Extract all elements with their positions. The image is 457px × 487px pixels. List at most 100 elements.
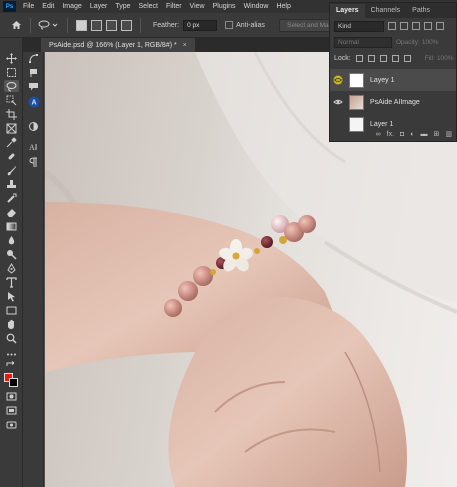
frame-tool-icon[interactable] <box>4 122 19 134</box>
menu-layer[interactable]: Layer <box>86 3 112 10</box>
history-brush-tool-icon[interactable] <box>4 192 19 204</box>
shape-filter-icon[interactable] <box>424 22 432 30</box>
fill-value[interactable]: 100% <box>437 55 454 62</box>
svg-text:A: A <box>29 143 35 152</box>
new-selection-icon[interactable] <box>76 19 87 31</box>
gradient-tool-icon[interactable] <box>4 220 19 232</box>
blend-row: Normal Opacity: 100% <box>330 34 456 50</box>
feather-label: Feather: <box>153 21 180 29</box>
hand-tool-icon[interactable] <box>4 318 19 330</box>
intersect-selection-icon[interactable] <box>121 19 132 31</box>
layer-thumbnail <box>349 94 364 110</box>
lock-row: Lock: Fill: 100% <box>330 50 456 66</box>
document-tab[interactable]: PsAide.psd @ 166% (Layer 1, RGB/8#) * × <box>41 38 195 52</box>
rectangle-tool-icon[interactable] <box>4 304 19 316</box>
filter-row: Kind <box>330 18 456 34</box>
paragraph-panel-icon[interactable] <box>27 66 40 78</box>
menu-type[interactable]: Type <box>111 3 134 10</box>
add-to-selection-icon[interactable] <box>91 19 102 31</box>
lock-all-icon[interactable] <box>403 54 411 62</box>
subtract-from-selection-icon[interactable] <box>106 19 117 31</box>
separator <box>140 17 141 33</box>
marquee-tool-icon[interactable] <box>4 66 19 78</box>
antialias-checkbox[interactable] <box>225 21 234 29</box>
tab-paths[interactable]: Paths <box>406 4 436 18</box>
character-panel-icon[interactable]: A <box>27 140 40 152</box>
feather-input[interactable]: 0 px <box>183 19 218 31</box>
ai-assistant-icon[interactable]: A <box>27 96 40 108</box>
new-layer-icon[interactable]: ⊞ <box>434 130 440 138</box>
svg-text:A: A <box>31 100 36 107</box>
pen-tool-icon[interactable] <box>4 262 19 274</box>
menu-edit[interactable]: Edit <box>38 3 58 10</box>
menu-image[interactable]: Image <box>58 3 85 10</box>
tab-layers[interactable]: Layers <box>330 4 365 18</box>
pixel-filter-icon[interactable] <box>388 22 396 30</box>
blend-mode-select[interactable]: Normal <box>334 36 392 48</box>
lasso-tool-icon[interactable] <box>4 80 19 92</box>
antialias-label: Anti-alias <box>236 21 265 29</box>
adjustment-filter-icon[interactable] <box>400 22 408 30</box>
menu-window[interactable]: Window <box>240 3 273 10</box>
screen-mode-icon[interactable] <box>4 404 19 416</box>
add-mask-icon[interactable]: ◘ <box>400 131 404 138</box>
healing-brush-tool-icon[interactable] <box>4 150 19 162</box>
new-group-icon[interactable]: ▬ <box>421 131 428 138</box>
lock-image-icon[interactable] <box>367 54 375 62</box>
photoshop-logo: Ps <box>3 1 16 12</box>
home-icon[interactable] <box>8 17 24 33</box>
panel-strip: A A <box>23 52 44 487</box>
visibility-eye-icon[interactable] <box>333 97 343 107</box>
separator <box>67 17 68 33</box>
trash-icon[interactable]: ▥ <box>445 130 452 138</box>
tab-channels[interactable]: Channels <box>365 4 407 18</box>
layer-row[interactable]: Layey 1 <box>330 69 456 91</box>
paragraph-icon[interactable] <box>27 156 40 168</box>
type-tool-icon[interactable] <box>4 276 19 288</box>
layer-name[interactable]: Layey 1 <box>370 77 395 84</box>
menu-help[interactable]: Help <box>272 3 294 10</box>
visibility-eye-icon[interactable] <box>333 75 343 85</box>
layer-row[interactable]: PsAide AIImage <box>330 91 456 113</box>
eraser-tool-icon[interactable] <box>4 206 19 218</box>
close-tab-icon[interactable]: × <box>183 42 187 49</box>
menu-filter[interactable]: Filter <box>162 3 186 10</box>
quick-mask-icon[interactable] <box>4 390 19 402</box>
layer-name[interactable]: PsAide AIImage <box>370 99 420 106</box>
lasso-preset-picker[interactable] <box>37 18 61 32</box>
path-selection-tool-icon[interactable] <box>4 290 19 302</box>
object-selection-tool-icon[interactable] <box>4 94 19 106</box>
lock-position-icon[interactable] <box>379 54 387 62</box>
adjustments-icon[interactable] <box>27 120 40 132</box>
clone-stamp-tool-icon[interactable] <box>4 178 19 190</box>
layer-thumbnail <box>349 72 364 88</box>
menu-plugins[interactable]: Plugins <box>209 3 240 10</box>
menu-file[interactable]: File <box>19 3 38 10</box>
adjustment-layer-icon[interactable]: ◐ <box>410 131 414 138</box>
zoom-tool-icon[interactable] <box>4 332 19 344</box>
opacity-label: Opacity: <box>396 38 420 46</box>
menu-select[interactable]: Select <box>135 3 162 10</box>
link-layers-icon[interactable]: ∞ <box>376 131 381 138</box>
separator <box>30 17 31 33</box>
move-tool-icon[interactable] <box>4 52 19 64</box>
menu-view[interactable]: View <box>186 3 209 10</box>
eyedropper-tool-icon[interactable] <box>4 136 19 148</box>
edit-toolbar-icon[interactable] <box>4 418 19 430</box>
opacity-value[interactable]: 100% <box>422 39 439 46</box>
lock-label: Lock: <box>334 54 351 62</box>
dodge-tool-icon[interactable] <box>4 248 19 260</box>
kind-filter-select[interactable]: Kind <box>334 20 384 32</box>
type-filter-icon[interactable] <box>412 22 420 30</box>
smart-object-filter-icon[interactable] <box>436 22 444 30</box>
comment-icon[interactable] <box>27 80 40 92</box>
pen-path-icon[interactable] <box>27 52 40 64</box>
layer-effects-icon[interactable]: fx. <box>387 131 394 138</box>
lock-transparent-icon[interactable] <box>355 54 363 62</box>
lock-artboard-icon[interactable] <box>391 54 399 62</box>
swap-colors-icon[interactable] <box>4 361 19 368</box>
crop-tool-icon[interactable] <box>4 108 19 120</box>
background-color-swatch[interactable] <box>9 378 18 387</box>
blur-tool-icon[interactable] <box>4 234 19 246</box>
brush-tool-icon[interactable] <box>4 164 19 176</box>
